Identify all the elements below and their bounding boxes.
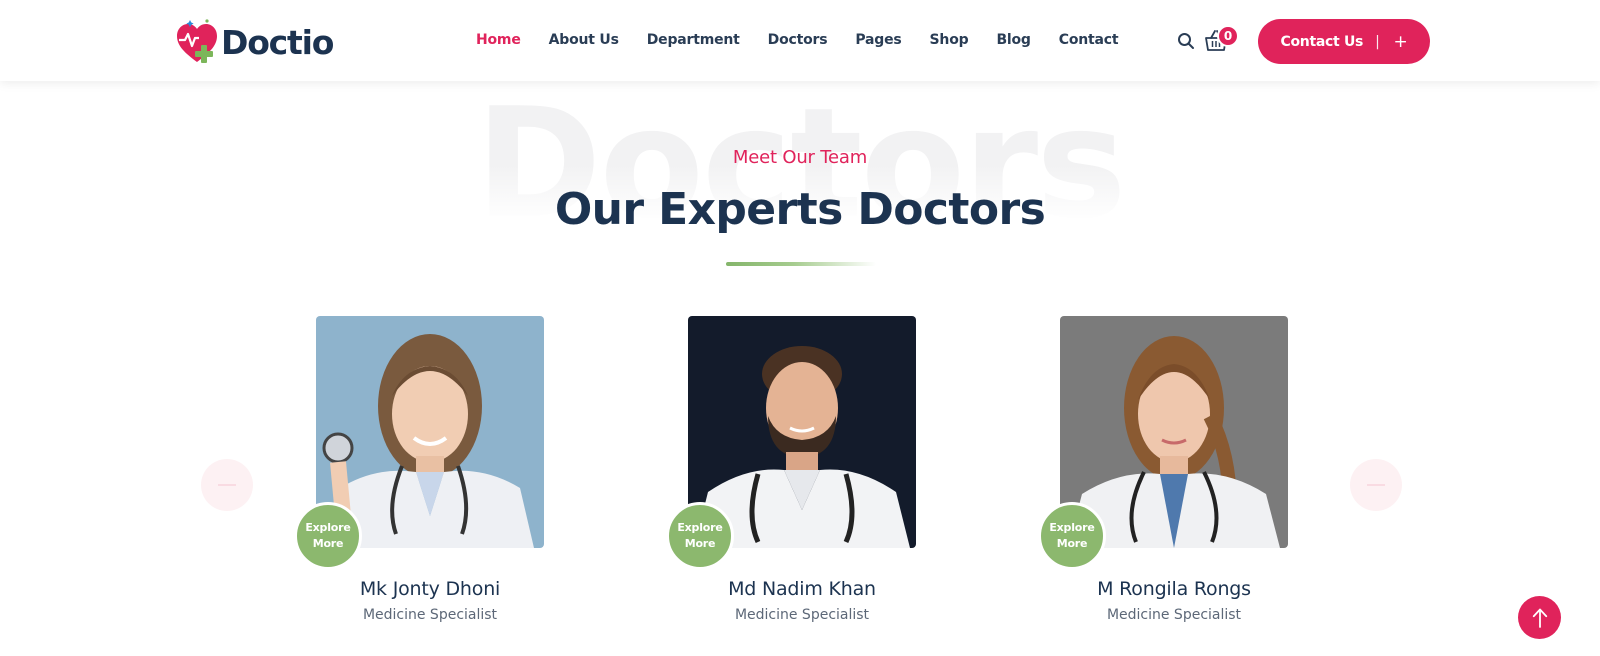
explore-label-line2: More: [312, 537, 344, 550]
explore-label-line1: Explore: [677, 521, 723, 534]
heart-cross-icon: [177, 19, 217, 63]
doctor-role: Medicine Specialist: [734, 607, 870, 623]
contact-us-label: Contact Us: [1280, 33, 1364, 50]
explore-more-button[interactable]: Explore More: [1038, 502, 1106, 570]
section-title: Our Experts Doctors: [554, 184, 1046, 235]
contact-us-button[interactable]: Contact Us | +: [1258, 19, 1430, 64]
explore-label-line1: Explore: [1049, 521, 1095, 534]
plus-icon: +: [1393, 31, 1408, 52]
search-icon[interactable]: [1176, 31, 1196, 51]
nav-item-contact[interactable]: Contact: [1059, 28, 1119, 52]
doctor-role: Medicine Specialist: [1106, 607, 1242, 623]
explore-more-button[interactable]: Explore More: [666, 502, 734, 570]
doctor-name[interactable]: M Rongila Rongs: [1020, 578, 1328, 600]
doctor-role: Medicine Specialist: [362, 607, 498, 623]
explore-label-line2: More: [684, 537, 716, 550]
main-nav: Home About Us Department Doctors Pages S…: [476, 28, 1146, 52]
doctor-card: Explore More Md Nadim Khan Medicine Spec…: [666, 316, 916, 636]
explore-label-line1: Explore: [305, 521, 351, 534]
section-subtitle: Meet Our Team: [732, 147, 868, 168]
site-header: Doctio Home About Us Department Doctors …: [0, 0, 1600, 81]
arrow-right-icon[interactable]: [1350, 459, 1402, 511]
nav-item-blog[interactable]: Blog: [996, 28, 1031, 52]
arrow-left-icon[interactable]: [201, 459, 253, 511]
nav-item-department[interactable]: Department: [647, 28, 740, 52]
nav-item-home[interactable]: Home: [476, 28, 521, 52]
nav-item-about-us[interactable]: About Us: [549, 28, 619, 52]
nav-item-doctors[interactable]: Doctors: [768, 28, 828, 52]
doctor-name[interactable]: Md Nadim Khan: [648, 578, 956, 600]
doctor-card: Explore More M Rongila Rongs Medicine Sp…: [1038, 316, 1288, 636]
arrow-up-icon[interactable]: [1518, 596, 1561, 639]
brand-name: Doctio: [221, 22, 334, 62]
title-underline: [726, 262, 876, 266]
doctor-card: Explore More Mk Jonty Dhoni Medicine Spe…: [294, 316, 544, 636]
nav-item-shop[interactable]: Shop: [930, 28, 969, 52]
doctor-name[interactable]: Mk Jonty Dhoni: [276, 578, 584, 600]
explore-label-line2: More: [1056, 537, 1088, 550]
explore-more-button[interactable]: Explore More: [294, 502, 362, 570]
logo[interactable]: Doctio: [175, 18, 334, 66]
cart-count-badge: 0: [1217, 25, 1239, 47]
nav-item-pages[interactable]: Pages: [855, 28, 901, 52]
contact-separator: |: [1375, 33, 1380, 50]
